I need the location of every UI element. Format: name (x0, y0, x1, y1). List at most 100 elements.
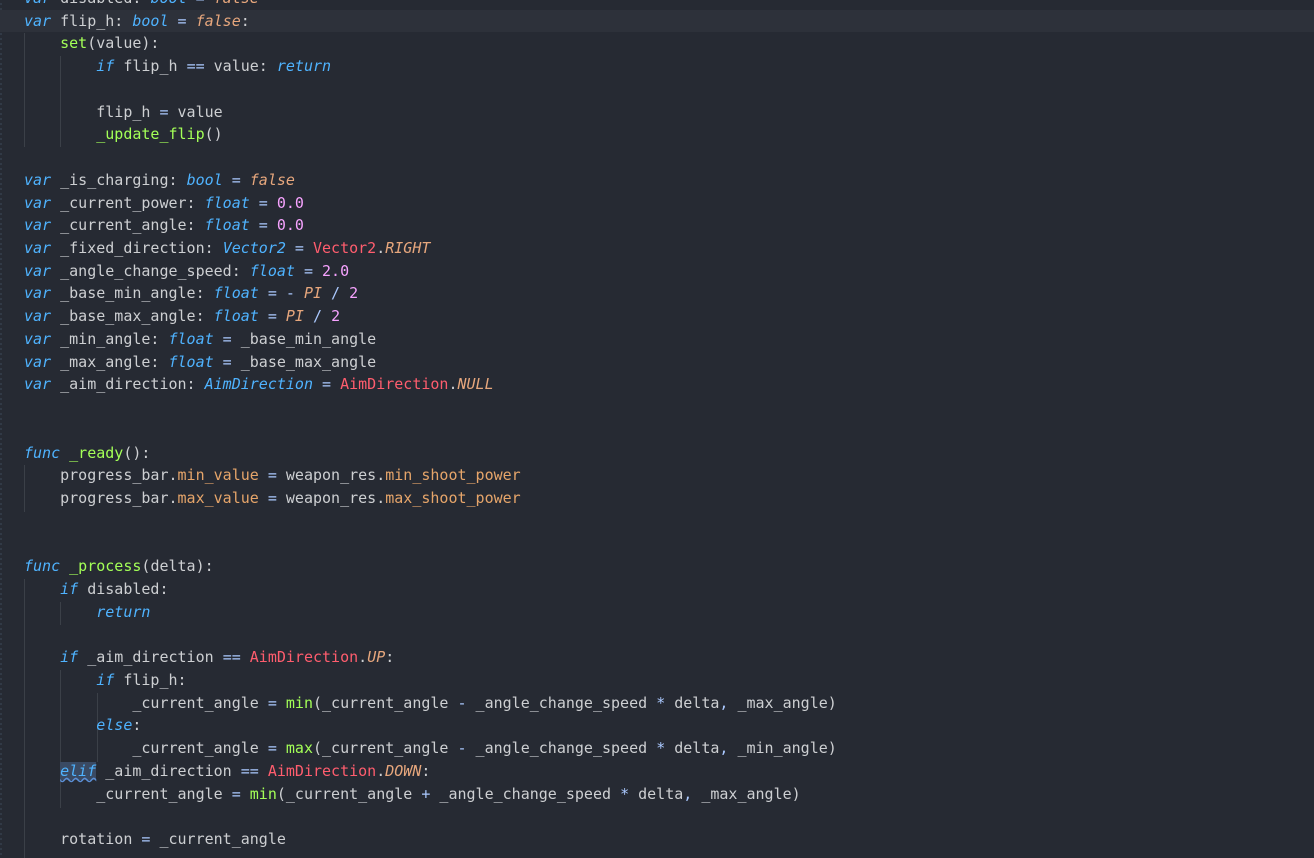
code-token: _min_angle: (51, 329, 169, 348)
code-line[interactable]: var _angle_change_speed: float = 2.0 (24, 260, 349, 282)
code-token: var (24, 261, 52, 280)
code-token: float (168, 329, 214, 348)
code-token: var (24, 329, 52, 348)
code-token: _current_angle (285, 784, 422, 803)
code-line[interactable]: if flip_h == value: return (24, 55, 331, 77)
code-line[interactable]: var _max_angle: float = _base_max_angle (24, 351, 376, 373)
code-line[interactable]: var _fixed_direction: Vector2 = Vector2.… (24, 237, 430, 259)
code-token: _current_angle (24, 784, 232, 803)
code-token: var (24, 284, 52, 303)
code-token: Vector2 (313, 239, 377, 258)
code-line[interactable]: var _base_max_angle: float = PI / 2 (24, 305, 340, 327)
code-token: _angle_change_speed: (51, 261, 250, 280)
code-line[interactable]: set(value): (24, 32, 159, 54)
code-line[interactable]: if _aim_direction == AimDirection.UP: (24, 646, 394, 668)
code-line[interactable]: progress_bar.max_value = weapon_res.max_… (24, 487, 521, 509)
code-line[interactable]: if disabled: (24, 578, 168, 600)
code-token: delta (665, 739, 720, 758)
code-token: _base_max_angle (240, 352, 377, 371)
code-token: return (276, 57, 332, 76)
code-token: var (24, 193, 52, 212)
code-token: / (322, 284, 350, 303)
code-token: false (214, 0, 259, 7)
code-line[interactable]: else: (24, 714, 141, 736)
scrollbar-gutter (0, 0, 2, 858)
code-token: 2 (331, 307, 341, 326)
code-line[interactable]: _current_angle = min(_current_angle + _a… (24, 783, 800, 805)
code-token: . (448, 375, 458, 394)
code-line[interactable]: var _current_angle: float = 0.0 (24, 214, 304, 236)
code-token: max_shoot_power (385, 489, 521, 508)
code-token: RIGHT (385, 239, 431, 258)
code-token: . (376, 761, 386, 780)
code-line[interactable]: elif _aim_direction == AimDirection.DOWN… (24, 760, 430, 782)
code-token: : (385, 648, 395, 667)
code-token: 0.0 (276, 216, 304, 235)
code-token: if (60, 648, 79, 667)
code-line[interactable]: if flip_h: (24, 669, 186, 691)
code-line[interactable]: var _is_charging: bool = false (24, 169, 295, 191)
code-token: - (457, 739, 467, 758)
code-token: _current_angle (150, 830, 286, 848)
code-token: delta (150, 557, 196, 576)
code-line[interactable]: func _process(delta): (24, 555, 214, 577)
code-token: = (213, 329, 241, 348)
code-line[interactable]: progress_bar.min_value = weapon_res.min_… (24, 464, 521, 486)
code-token: = (258, 466, 286, 485)
code-token: _aim_direction (78, 648, 223, 667)
code-token: var (24, 352, 52, 371)
code-line[interactable]: var _aim_direction: AimDirection = AimDi… (24, 373, 494, 395)
code-token: var (24, 11, 52, 30)
code-token: float (213, 307, 259, 326)
code-token: _base_min_angle (240, 329, 377, 348)
code-token: _aim_direction (96, 761, 241, 780)
code-line[interactable]: _update_flip() (24, 123, 223, 145)
code-token: ) (827, 693, 837, 712)
code-token: progress_bar. (24, 466, 178, 485)
code-line[interactable]: flip_h = value (24, 101, 222, 123)
code-line[interactable]: var _min_angle: float = _base_min_angle (24, 328, 376, 350)
code-token: return (96, 602, 151, 621)
code-line[interactable]: var disabled: bool = false (24, 0, 259, 9)
code-line[interactable]: return (24, 601, 150, 623)
code-token: _current_angle (322, 693, 458, 712)
code-line[interactable]: var _base_min_angle: float = - PI / 2 (24, 282, 358, 304)
code-token: Vector2 (222, 239, 286, 258)
code-token: delta (629, 784, 684, 803)
code-token: var (24, 375, 52, 394)
code-token: _base_max_angle: (51, 307, 214, 326)
code-line[interactable]: var _current_power: float = 0.0 (24, 192, 304, 214)
code-line[interactable]: _current_angle = min(_current_angle - _a… (24, 692, 837, 714)
code-token: = (187, 0, 214, 7)
code-line[interactable]: var flip_h: bool = false: (0, 9, 1314, 32)
code-token: if (60, 579, 79, 598)
code-token: weapon_res. (285, 489, 386, 508)
code-token: min_shoot_power (385, 466, 521, 485)
code-token: weapon_res. (285, 466, 386, 485)
code-token: () (204, 125, 223, 144)
code-token: NULL (457, 375, 494, 394)
code-token: * (656, 693, 666, 712)
code-line[interactable]: rotation = _current_angle (24, 828, 286, 850)
code-token: : (421, 761, 431, 780)
code-token: set (60, 34, 88, 53)
code-token: . (376, 239, 386, 258)
code-token: float (204, 193, 250, 212)
code-line[interactable]: func _ready(): (24, 442, 150, 464)
code-token: DOWN (385, 761, 422, 780)
code-token: _current_angle (24, 693, 268, 712)
code-token: / (303, 307, 332, 326)
code-token: (): (123, 443, 151, 462)
code-editor[interactable]: var disabled: bool = falsevar flip_h: bo… (0, 0, 1314, 858)
code-token: 2 (349, 284, 359, 303)
code-token: 0.0 (276, 193, 304, 212)
code-token: _min_angle (728, 739, 828, 758)
code-token: _update_flip (96, 125, 205, 144)
code-line[interactable]: _current_angle = max(_current_angle - _a… (24, 737, 836, 759)
